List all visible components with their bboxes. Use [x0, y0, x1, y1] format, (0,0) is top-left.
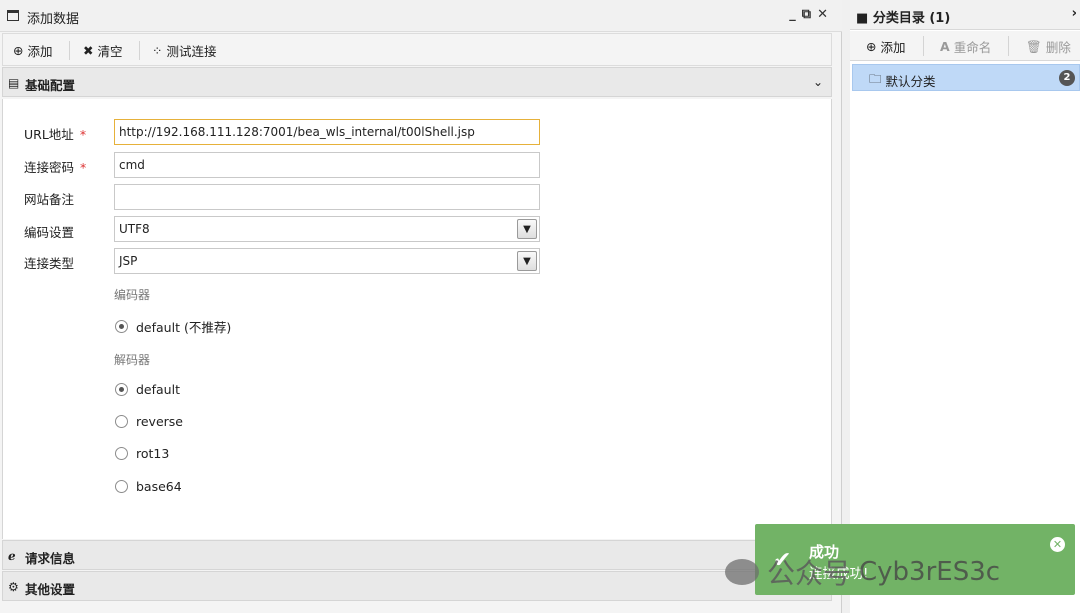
x-icon: ✖ — [83, 42, 94, 58]
app-root: 添加数据 _ ⧉ ✕ ⊕ 添加 ✖ 清空 ⁘ 测试连接 ▤ 基础配置 ⌄ URL… — [0, 0, 1080, 613]
category-add-label: 添加 — [880, 40, 906, 55]
radio-checked[interactable] — [115, 320, 128, 333]
note-label: 网站备注 — [24, 192, 75, 207]
dialog-title: 添加数据 — [27, 12, 80, 27]
category-add-button[interactable]: ⊕ 添加 — [866, 37, 906, 56]
add-button-label: 添加 — [27, 43, 53, 59]
category-rename-button[interactable]: A 重命名 — [940, 37, 991, 56]
url-input[interactable] — [114, 119, 540, 145]
password-input[interactable] — [114, 152, 540, 178]
watermark-text: 公众号 — [767, 557, 852, 590]
window-controls: _ ⧉ ✕ — [789, 7, 828, 22]
radio-label: rot13 — [136, 446, 170, 461]
section-request-title: 请求信息 — [25, 551, 76, 566]
section-other-settings[interactable]: ⚙ 其他设置 — [2, 571, 832, 601]
restore-icon[interactable]: ⧉ — [802, 7, 811, 22]
category-title: ■ 分类目录 (1) — [856, 11, 951, 26]
category-item-default[interactable]: 🗀 默认分类 2 — [852, 64, 1080, 91]
radio-label: default (不推荐) — [136, 320, 232, 335]
folder-open-icon: 🗀 — [869, 71, 882, 86]
watermark: 公众号 Cyb3rES3c — [725, 552, 1000, 592]
category-delete-label: 删除 — [1045, 40, 1071, 55]
section-basic-title: 基础配置 — [25, 78, 76, 93]
password-label: 连接密码 * — [24, 160, 87, 175]
decoder-radio-rot13[interactable]: rot13 — [115, 446, 169, 461]
url-label: URL地址 * — [24, 127, 87, 142]
radio-label: default — [136, 382, 180, 397]
encoding-label: 编码设置 — [24, 225, 75, 240]
radio-label: base64 — [136, 479, 182, 494]
connection-type-value: JSP — [119, 254, 138, 268]
decoder-radio-base64[interactable]: base64 — [115, 479, 182, 494]
gears-icon: ⚙ — [8, 580, 19, 594]
dropdown-arrow-icon[interactable]: ▼ — [517, 219, 537, 239]
decoder-radio-reverse[interactable]: reverse — [115, 414, 183, 429]
document-icon: ▤ — [8, 76, 20, 90]
radio-unchecked[interactable] — [115, 480, 128, 493]
spinner-icon: ⁘ — [152, 42, 163, 58]
category-header: ■ 分类目录 (1) › — [850, 0, 1080, 30]
basic-config-form: URL地址* 连接密码* 网站备注 编码设置 UTF8 ▼ 连接类型 JSP ▼… — [2, 99, 832, 539]
section-other-title: 其他设置 — [25, 582, 76, 597]
test-connection-button[interactable]: ⁘ 测试连接 — [152, 41, 217, 59]
note-input[interactable] — [114, 184, 540, 210]
count-badge: 2 — [1059, 70, 1075, 86]
category-toolbar: ⊕ 添加 A 重命名 🗑 删除 — [850, 31, 1080, 61]
encoder-radio-default[interactable]: default (不推荐) — [115, 317, 231, 336]
plus-circle-icon: ⊕ — [866, 39, 877, 54]
required-mark: * — [80, 160, 87, 175]
section-request-info[interactable]: ℯ 请求信息 — [2, 540, 832, 570]
category-rename-label: 重命名 — [953, 40, 992, 55]
window-icon — [7, 10, 19, 21]
wechat-logo-icon — [725, 559, 759, 585]
decoder-group-label: 解码器 — [114, 353, 151, 367]
trash-icon: 🗑 — [1026, 38, 1042, 54]
toolbar-divider — [923, 36, 924, 56]
add-data-dialog: 添加数据 _ ⧉ ✕ ⊕ 添加 ✖ 清空 ⁘ 测试连接 ▤ 基础配置 ⌄ URL… — [0, 0, 842, 613]
encoding-value: UTF8 — [119, 222, 150, 236]
section-basic-config[interactable]: ▤ 基础配置 ⌄ — [2, 67, 832, 97]
dialog-titlebar: 添加数据 _ ⧉ ✕ — [0, 0, 842, 32]
chevron-right-icon[interactable]: › — [1072, 6, 1077, 21]
type-label: 连接类型 — [24, 256, 75, 271]
folder-icon: ■ — [856, 11, 873, 26]
close-icon[interactable]: ✕ — [817, 7, 828, 22]
category-panel: ■ 分类目录 (1) › ⊕ 添加 A 重命名 🗑 删除 🗀 默认分类 2 — [850, 0, 1080, 613]
dropdown-arrow-icon[interactable]: ▼ — [517, 251, 537, 271]
ie-icon: ℯ — [8, 549, 16, 563]
decoder-radio-default[interactable]: default — [115, 382, 180, 397]
connection-type-select[interactable]: JSP ▼ — [114, 248, 540, 274]
radio-checked[interactable] — [115, 383, 128, 396]
required-mark: * — [79, 127, 87, 142]
encoding-select[interactable]: UTF8 ▼ — [114, 216, 540, 242]
toast-close-icon[interactable]: ✕ — [1050, 537, 1065, 552]
test-connection-label: 测试连接 — [166, 43, 217, 59]
plus-circle-icon: ⊕ — [13, 42, 24, 58]
toolbar-divider — [139, 41, 140, 60]
clear-button-label: 清空 — [97, 43, 123, 59]
toolbar-divider — [1008, 36, 1009, 56]
chevron-down-icon[interactable]: ⌄ — [813, 75, 823, 89]
category-item-label: 🗀 默认分类 — [869, 71, 936, 89]
clear-button[interactable]: ✖ 清空 — [83, 41, 123, 59]
radio-unchecked[interactable] — [115, 447, 128, 460]
font-icon: A — [940, 39, 950, 54]
dialog-toolbar: ⊕ 添加 ✖ 清空 ⁘ 测试连接 — [2, 33, 832, 66]
minimize-icon[interactable]: _ — [789, 7, 796, 22]
add-button[interactable]: ⊕ 添加 — [13, 41, 53, 59]
radio-unchecked[interactable] — [115, 415, 128, 428]
encoder-group-label: 编码器 — [114, 288, 151, 302]
radio-label: reverse — [136, 414, 183, 429]
category-delete-button[interactable]: 🗑 删除 — [1026, 37, 1071, 56]
toolbar-divider — [69, 41, 70, 60]
watermark-handle: Cyb3rES3c — [859, 557, 1001, 587]
